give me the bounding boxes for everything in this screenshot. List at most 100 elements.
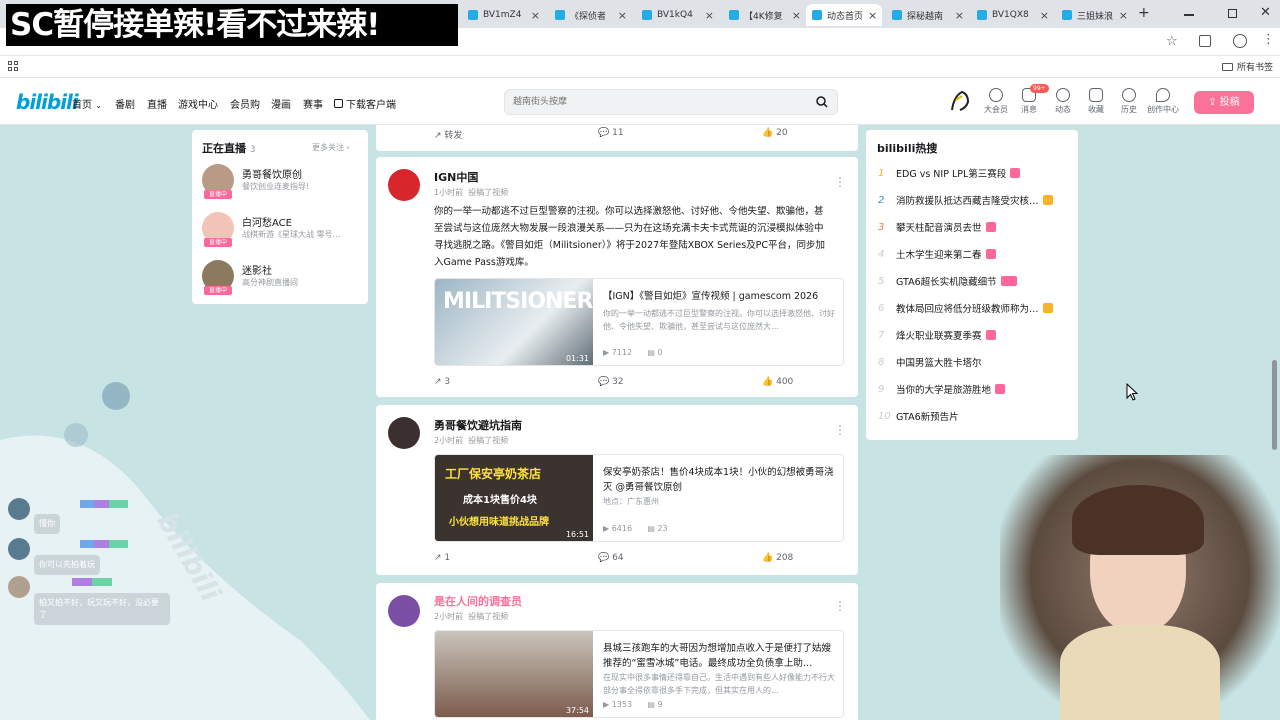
browser-tab[interactable]: 三姐妹浪 × <box>1056 4 1134 26</box>
nav-home[interactable]: 首页 ⌄ <box>72 96 102 111</box>
bookmark-star-icon[interactable]: ☆ <box>1166 34 1178 49</box>
browser-tab[interactable]: BV1mZ4 × <box>462 4 546 26</box>
nav-download-client[interactable]: 下载客户端 <box>334 96 396 111</box>
video-card[interactable]: 工厂保安亭奶茶店 成本1块售价4块 小伙想用味道挑战品牌 16:51 保安亭奶茶… <box>434 454 844 542</box>
hot-search-panel: bilibili热搜 1 EDG vs NIP LPL第三赛段 2 消防救援队抵达西… <box>866 130 1078 440</box>
avatar[interactable] <box>388 169 420 201</box>
new-tag-icon <box>1000 276 1017 286</box>
page-scrollbar-thumb[interactable] <box>1272 360 1277 450</box>
like-button[interactable]: 👍 208 <box>762 553 793 563</box>
share-button[interactable]: ↗ 3 <box>434 377 450 387</box>
hot-search-item[interactable]: 9 当你的大学是旅游胜地 <box>878 382 1006 396</box>
play-count-icon: ▶ <box>603 700 610 709</box>
close-tab-icon[interactable]: × <box>955 9 964 22</box>
nav-anime[interactable]: 番剧 <box>115 96 135 111</box>
browser-tab[interactable]: BV1QX8 × <box>971 4 1055 26</box>
close-tab-icon[interactable]: × <box>792 9 801 22</box>
nav-manga[interactable]: 漫画 <box>271 96 291 111</box>
close-tab-icon[interactable]: × <box>868 9 877 22</box>
hot-search-item[interactable]: 8 中国男篮大胜卡塔尔 <box>878 355 982 370</box>
search-icon[interactable] <box>816 96 828 108</box>
close-tab-icon[interactable]: × <box>618 9 627 22</box>
avatar[interactable] <box>388 595 420 627</box>
hot-search-item[interactable]: 2 消防救援队抵达西藏吉隆受灾核… <box>878 193 1053 207</box>
more-options-icon[interactable]: ⋮ <box>834 599 846 613</box>
nav-esports[interactable]: 赛事 <box>303 96 323 111</box>
like-button[interactable]: 👍 400 <box>762 377 793 387</box>
hot-tag-icon <box>1042 303 1053 313</box>
extensions-icon[interactable] <box>1199 35 1211 47</box>
window-close-icon[interactable]: ✕ <box>1260 5 1271 20</box>
browser-tab-active[interactable]: 动态首页 × <box>806 4 882 26</box>
header-vip[interactable]: 大会员 <box>981 88 1011 115</box>
maximize-icon[interactable] <box>1228 9 1237 18</box>
apps-grid-icon[interactable] <box>8 61 18 71</box>
avatar[interactable] <box>948 88 972 114</box>
live-item[interactable]: 直播中 勇哥餐饮原创 餐饮创业连麦指导! <box>202 164 352 204</box>
streamer-hair <box>1072 485 1204 555</box>
live-item[interactable]: 直播中 迷影社 高分神剧直播间 <box>202 260 352 300</box>
hot-search-title: bilibili热搜 <box>877 142 938 155</box>
live-tag-icon <box>1010 168 1021 178</box>
post-meta: 2小时前 投稿了视频 <box>434 436 509 445</box>
avatar <box>8 538 30 560</box>
avatar <box>8 576 30 598</box>
hot-search-item[interactable]: 3 攀天柱配音演员去世 <box>878 220 996 234</box>
new-tab-button[interactable]: + <box>1138 5 1150 21</box>
tab-favicon-icon <box>812 10 822 20</box>
video-stats: ▶ 1353 ▤ 9 <box>603 700 663 709</box>
bilibili-logo[interactable]: bilibili <box>16 90 79 114</box>
profile-icon[interactable] <box>1233 34 1247 48</box>
hot-search-item[interactable]: 1 EDG vs NIP LPL第三赛段 <box>878 166 1021 180</box>
author-name[interactable]: 是在人间的调查员 <box>434 593 522 609</box>
like-button[interactable]: 👍 20 <box>762 128 788 138</box>
browser-tab[interactable]: 探秘越南 × <box>886 4 970 26</box>
header-creator-center[interactable]: 创作中心 <box>1145 88 1181 115</box>
nav-live[interactable]: 直播 <box>147 96 167 111</box>
video-duration: 37:54 <box>565 706 589 715</box>
feed-card: 是在人间的调查员 2小时前 投稿了视频 ⋮ 37:54 县城三孩跑车的大哥因为想… <box>376 583 858 720</box>
feed-card-previous: ↗ 转发 💬 11 👍 20 <box>376 125 858 151</box>
close-tab-icon[interactable]: × <box>705 9 714 22</box>
more-follows-link[interactable]: 更多关注 › <box>312 142 350 153</box>
hot-search-item[interactable]: 6 教体局回应将低分班级教师称为… <box>878 301 1053 315</box>
share-button[interactable]: ↗ 转发 <box>434 128 462 141</box>
streamer-webcam-overlay <box>1000 455 1280 720</box>
nav-game-center[interactable]: 游戏中心 <box>178 96 218 111</box>
upload-button[interactable]: ⇪ 投稿 <box>1194 91 1254 114</box>
author-name[interactable]: IGN中国 <box>434 169 478 185</box>
browser-tab[interactable]: 【4K修复 × <box>723 4 807 26</box>
live-item[interactable]: 直播中 白河愁ACE 战棋新游《星球大战 零号… <box>202 212 352 252</box>
like-icon: 👍 <box>762 128 774 138</box>
close-tab-icon[interactable]: × <box>531 9 540 22</box>
close-tab-icon[interactable]: × <box>1040 9 1049 22</box>
hot-search-item[interactable]: 7 烽火职业联赛夏季赛 <box>878 328 996 342</box>
post-meta: 1小时前 投稿了视频 <box>434 188 509 197</box>
comment-button[interactable]: 💬 11 <box>598 128 624 138</box>
all-bookmarks-button[interactable]: 所有书签 <box>1222 60 1273 73</box>
bookmarks-bar: 所有书签 <box>0 56 1280 78</box>
browser-menu-icon[interactable]: ⋮ <box>1262 32 1275 47</box>
header-favorites[interactable]: 收藏 <box>1081 88 1111 115</box>
author-name[interactable]: 勇哥餐饮避坑指南 <box>434 417 522 433</box>
more-options-icon[interactable]: ⋮ <box>834 175 846 189</box>
browser-tab[interactable]: 《探侦者 × <box>549 4 633 26</box>
nav-mall[interactable]: 会员购 <box>230 96 260 111</box>
minimize-icon[interactable] <box>1184 14 1194 16</box>
more-options-icon[interactable]: ⋮ <box>834 423 846 437</box>
share-button[interactable]: ↗ 1 <box>434 553 450 563</box>
video-stats: ▶ 6416 ▤ 23 <box>603 524 668 533</box>
header-dynamic[interactable]: 动态 <box>1048 88 1078 115</box>
comment-button[interactable]: 💬 64 <box>598 553 624 563</box>
hot-search-item[interactable]: 10 GTA6新预告片 <box>878 409 959 424</box>
browser-tab[interactable]: BV1kQ4 × <box>636 4 720 26</box>
hot-search-item[interactable]: 4 土木学生迎来第二春 <box>878 247 996 261</box>
search-input[interactable] <box>513 94 803 110</box>
avatar[interactable] <box>388 417 420 449</box>
video-card[interactable]: MILITSIONER 01:31 【IGN】《警目如炬》宣传视频 | game… <box>434 278 844 366</box>
close-tab-icon[interactable]: × <box>1119 9 1128 22</box>
header-history[interactable]: 历史 <box>1114 88 1144 115</box>
comment-button[interactable]: 💬 32 <box>598 377 624 387</box>
hot-search-item[interactable]: 5 GTA6超长实机隐藏细节 <box>878 274 1017 288</box>
video-card[interactable]: 37:54 县城三孩跑车的大哥因为想增加点收入于是便打了姑嫂推荐的“蜜雪冰城”电… <box>434 630 844 718</box>
